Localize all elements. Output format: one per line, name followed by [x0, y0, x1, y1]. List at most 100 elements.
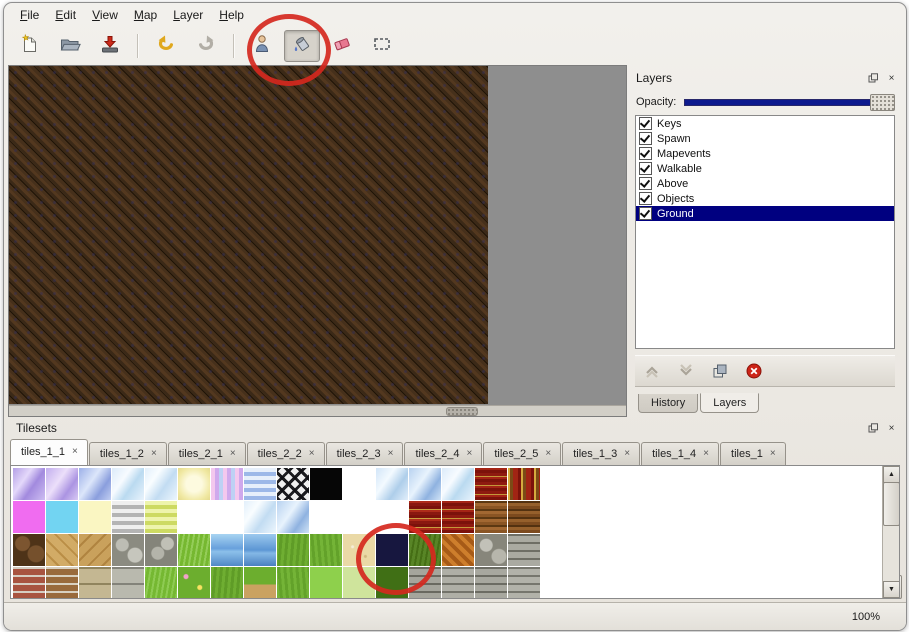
float-panel-button[interactable]: [867, 72, 880, 85]
tile-wood-planks-2[interactable]: [508, 501, 540, 533]
tile-grass-3[interactable]: [211, 567, 243, 599]
duplicate-layer-button[interactable]: [709, 360, 731, 382]
tile-ice-sheen-2[interactable]: [145, 468, 177, 500]
tile-grass-1[interactable]: [277, 534, 309, 566]
tile-gray-pebbles-1[interactable]: [112, 534, 144, 566]
tile-periwinkle-sheen[interactable]: [79, 468, 111, 500]
tile-pink-stripes[interactable]: [211, 468, 243, 500]
layer-visibility-checkbox[interactable]: [639, 162, 652, 175]
tile-lavender-sheen-2[interactable]: [46, 468, 78, 500]
tab-close-icon[interactable]: ×: [545, 449, 551, 459]
tile-pale-moss[interactable]: [343, 567, 375, 599]
tile-bright-grass-1[interactable]: [178, 534, 210, 566]
tile-gilded-column[interactable]: [508, 468, 540, 500]
tileset-tab-tiles_2_5[interactable]: tiles_2_5×: [483, 442, 561, 465]
tileset-tab-tiles_1[interactable]: tiles_1×: [720, 442, 786, 465]
layer-visibility-checkbox[interactable]: [639, 207, 652, 220]
layer-row-spawn[interactable]: Spawn: [636, 131, 894, 146]
tile-bright-grass-2[interactable]: [145, 567, 177, 599]
tile-water-1[interactable]: [211, 534, 243, 566]
tile-white-2[interactable]: [178, 501, 210, 533]
tile-lavender-sheen-1[interactable]: [13, 468, 45, 500]
menu-file[interactable]: File: [12, 5, 47, 25]
tile-sky-sheen-1[interactable]: [409, 468, 441, 500]
tile-grass-4[interactable]: [277, 567, 309, 599]
tile-brown-rubble[interactable]: [13, 534, 45, 566]
fill-tool-button[interactable]: [284, 30, 320, 62]
undo-button[interactable]: [148, 30, 184, 62]
tile-deep-green[interactable]: [376, 567, 408, 599]
tile-gray-brick-1[interactable]: [508, 534, 540, 566]
menu-edit[interactable]: Edit: [47, 5, 84, 25]
scroll-down-button[interactable]: ▼: [883, 581, 900, 598]
tileset-tab-tiles_2_3[interactable]: tiles_2_3×: [326, 442, 404, 465]
tile-grass-light[interactable]: [310, 567, 342, 599]
select-tool-button[interactable]: [364, 30, 400, 62]
layer-row-walkable[interactable]: Walkable: [636, 161, 894, 176]
new-map-button[interactable]: [12, 30, 48, 62]
tile-red-carpet-1[interactable]: [475, 468, 507, 500]
menu-view[interactable]: View: [84, 5, 126, 25]
tab-close-icon[interactable]: ×: [467, 449, 473, 459]
tileset-tab-tiles_1_3[interactable]: tiles_1_3×: [562, 442, 640, 465]
scroll-up-button[interactable]: ▲: [883, 466, 900, 483]
tile-lime-stripes[interactable]: [145, 501, 177, 533]
save-button[interactable]: [92, 30, 128, 62]
tile-cream[interactable]: [79, 501, 111, 533]
layer-row-ground[interactable]: Ground: [636, 206, 894, 221]
player-tool-button[interactable]: [244, 30, 280, 62]
tile-cyan[interactable]: [46, 501, 78, 533]
tile-red-carpet-3[interactable]: [442, 501, 474, 533]
tile-sky-sheen-2[interactable]: [277, 501, 309, 533]
tile-dark-navy-selected[interactable]: [376, 534, 408, 566]
tile-gray-cobbles[interactable]: [475, 534, 507, 566]
menu-map[interactable]: Map: [126, 5, 165, 25]
tab-close-icon[interactable]: ×: [72, 447, 78, 457]
tile-gray-brick-5[interactable]: [508, 567, 540, 599]
eraser-tool-button[interactable]: [324, 30, 360, 62]
layer-visibility-checkbox[interactable]: [639, 192, 652, 205]
tile-white-6[interactable]: [376, 501, 408, 533]
tab-close-icon[interactable]: ×: [151, 449, 157, 459]
tab-close-icon[interactable]: ×: [230, 449, 236, 459]
tab-close-icon[interactable]: ×: [770, 449, 776, 459]
tile-yellow-panel[interactable]: [178, 468, 210, 500]
tile-gray-brick-4[interactable]: [475, 567, 507, 599]
panel-tab-history[interactable]: History: [638, 394, 698, 413]
panel-tab-layers[interactable]: Layers: [700, 393, 759, 413]
menu-layer[interactable]: Layer: [165, 5, 211, 25]
tile-orange-weave[interactable]: [442, 534, 474, 566]
tile-red-carpet-2[interactable]: [409, 501, 441, 533]
tile-grass-path-edge[interactable]: [244, 567, 276, 599]
layer-visibility-checkbox[interactable]: [639, 132, 652, 145]
tab-close-icon[interactable]: ×: [309, 449, 315, 459]
tile-gray-stripes[interactable]: [112, 501, 144, 533]
tile-black[interactable]: [310, 468, 342, 500]
scrollbar-thumb[interactable]: [883, 482, 900, 526]
lower-layer-button[interactable]: [675, 360, 697, 382]
palette-vertical-scrollbar[interactable]: ▲ ▼: [882, 466, 899, 598]
tileset-tab-tiles_1_1[interactable]: tiles_1_1×: [10, 439, 88, 465]
tile-wood-planks-1[interactable]: [475, 501, 507, 533]
tab-close-icon[interactable]: ×: [624, 449, 630, 459]
menu-help[interactable]: Help: [211, 5, 252, 25]
tile-gray-pebbles-2[interactable]: [145, 534, 177, 566]
layer-visibility-checkbox[interactable]: [639, 117, 652, 130]
tile-stone-slabs-tan[interactable]: [79, 567, 111, 599]
tile-magenta[interactable]: [13, 501, 45, 533]
layer-row-objects[interactable]: Objects: [636, 191, 894, 206]
canvas-horizontal-scrollbar[interactable]: [9, 405, 626, 416]
delete-layer-button[interactable]: [743, 360, 765, 382]
layer-visibility-checkbox[interactable]: [639, 177, 652, 190]
tileset-tab-tiles_1_4[interactable]: tiles_1_4×: [641, 442, 719, 465]
open-button[interactable]: [52, 30, 88, 62]
tile-white-4[interactable]: [310, 501, 342, 533]
tile-gray-brick-3[interactable]: [442, 567, 474, 599]
layer-row-keys[interactable]: Keys: [636, 116, 894, 131]
tile-tan-flagstone-2[interactable]: [79, 534, 111, 566]
tile-sand[interactable]: [343, 534, 375, 566]
close-panel-button[interactable]: ×: [885, 422, 898, 435]
tile-grass-flowers[interactable]: [178, 567, 210, 599]
tile-gray-brick-2[interactable]: [409, 567, 441, 599]
tab-close-icon[interactable]: ×: [703, 449, 709, 459]
